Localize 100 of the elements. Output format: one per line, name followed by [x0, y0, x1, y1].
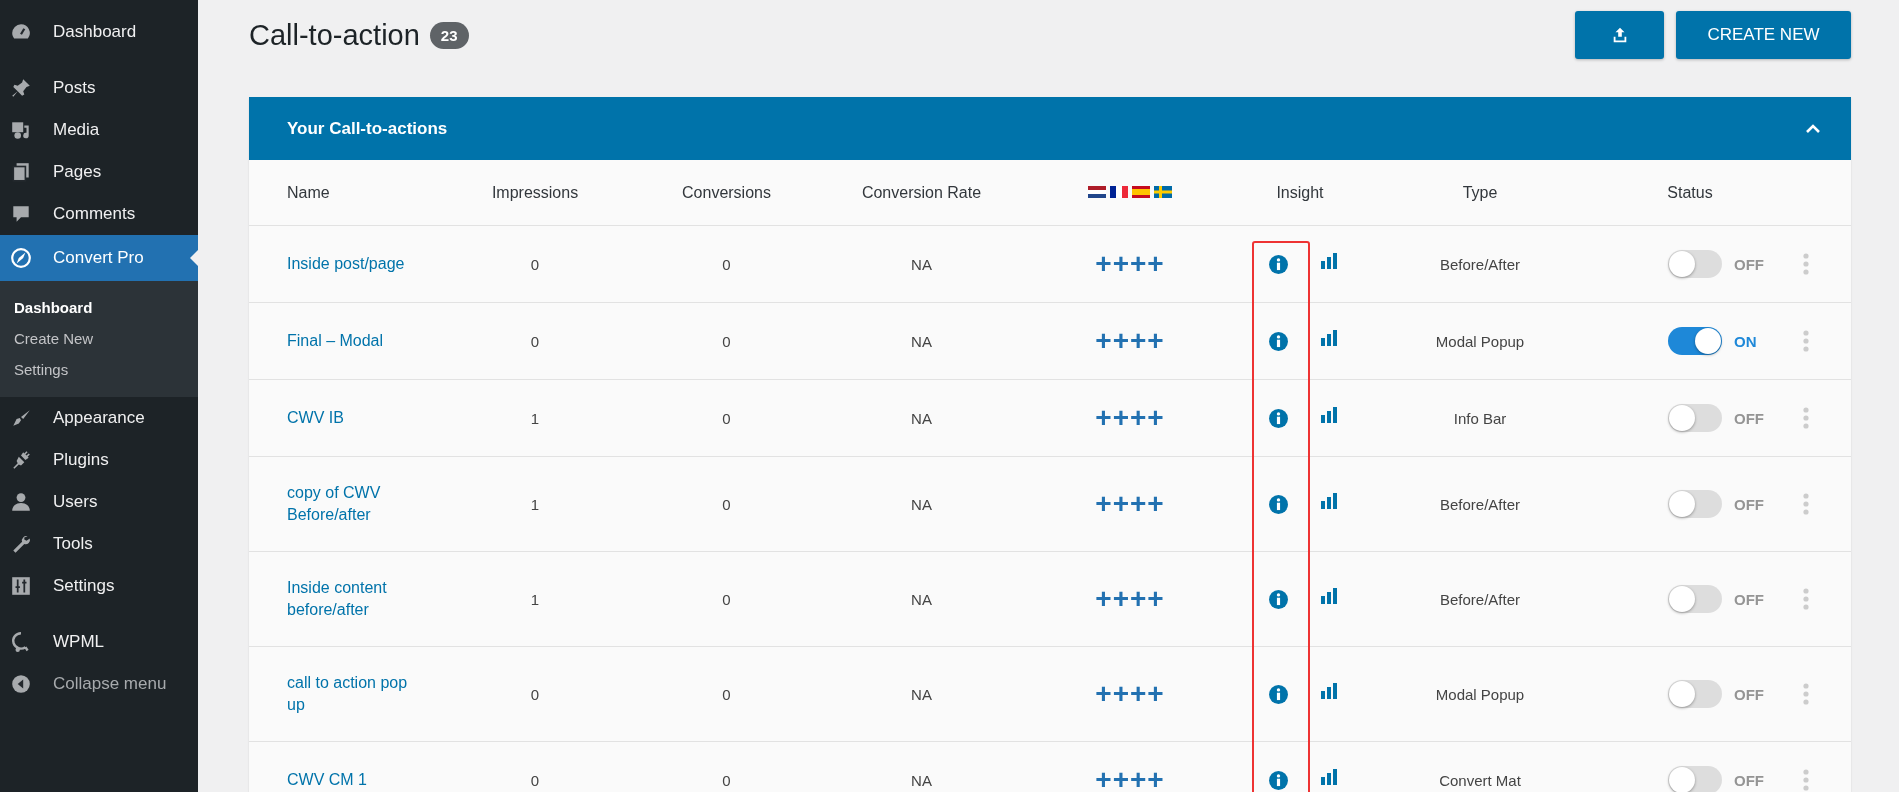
type-label: Modal Popup: [1435, 332, 1525, 350]
status-label: OFF: [1734, 255, 1764, 273]
status-toggle[interactable]: [1668, 404, 1722, 432]
bar-chart-icon[interactable]: [1320, 493, 1339, 509]
column-header: Impressions: [491, 183, 579, 201]
pin-icon: [10, 77, 32, 99]
column-header: Name: [287, 183, 330, 201]
sidebar-item[interactable]: Dashboard: [0, 11, 198, 53]
sidebar-item[interactable]: WPML: [0, 621, 198, 663]
impressions-value: 0: [530, 771, 540, 789]
type-label: Before/After: [1439, 590, 1520, 608]
impressions-value: 1: [530, 495, 540, 513]
info-icon[interactable]: [1267, 330, 1289, 352]
conversion-rate-value: NA: [911, 332, 932, 350]
column-header: Conversion Rate: [861, 183, 982, 201]
column-header: Insight: [1276, 183, 1324, 201]
page-title: Call-to-action: [249, 18, 420, 52]
collapse-icon: [10, 673, 32, 695]
bar-chart-icon[interactable]: [1320, 769, 1339, 785]
cta-name-link[interactable]: copy of CWV Before/after: [287, 482, 427, 526]
status-toggle[interactable]: [1668, 327, 1722, 355]
translation-links[interactable]: ++++: [1095, 248, 1165, 280]
status-toggle[interactable]: [1668, 490, 1722, 518]
info-icon[interactable]: [1267, 493, 1289, 515]
conversion-rate-value: NA: [911, 409, 932, 427]
sidebar-item[interactable]: Plugins: [0, 439, 198, 481]
sidebar-item[interactable]: Comments: [0, 193, 198, 235]
french-flag-icon: [1110, 185, 1128, 198]
translation-links[interactable]: ++++: [1095, 325, 1165, 357]
column-header: Conversions: [682, 183, 771, 201]
info-icon[interactable]: [1267, 683, 1289, 705]
info-icon[interactable]: [1267, 253, 1289, 275]
submenu-item[interactable]: Settings: [0, 354, 198, 385]
info-icon[interactable]: [1267, 588, 1289, 610]
translation-links[interactable]: ++++: [1095, 583, 1165, 615]
impressions-value: 1: [530, 590, 540, 608]
status-toggle[interactable]: [1668, 680, 1722, 708]
type-label: Info Bar: [1453, 409, 1507, 427]
conversion-rate-value: NA: [911, 255, 932, 273]
sidebar-item[interactable]: Appearance: [0, 397, 198, 439]
conversions-value: 0: [722, 685, 731, 703]
submenu-item[interactable]: Create New: [0, 323, 198, 354]
status-label: OFF: [1734, 771, 1764, 789]
status-toggle[interactable]: [1668, 250, 1722, 278]
status-toggle[interactable]: [1668, 585, 1722, 613]
type-label: Convert Mat: [1439, 771, 1521, 789]
status-label: ON: [1734, 332, 1757, 350]
status-label: OFF: [1734, 409, 1764, 427]
impressions-value: 0: [530, 685, 540, 703]
swedish-flag-icon: [1154, 185, 1172, 198]
sidebar-item[interactable]: Media: [0, 109, 198, 151]
impressions-value: 1: [530, 409, 540, 427]
conversion-rate-value: NA: [911, 590, 932, 608]
column-header: Status: [1667, 183, 1713, 201]
info-icon[interactable]: [1267, 769, 1289, 791]
sidebar-item[interactable]: Collapse menu: [0, 663, 198, 705]
translation-links[interactable]: ++++: [1095, 764, 1165, 792]
conversion-rate-value: NA: [911, 685, 932, 703]
cta-name-link[interactable]: CWV CM 1: [287, 769, 427, 791]
create-new-button[interactable]: CREATE NEW: [1676, 11, 1851, 59]
translation-links[interactable]: ++++: [1095, 402, 1165, 434]
sidebar-item[interactable]: Settings: [0, 565, 198, 607]
spanish-flag-icon: [1132, 185, 1150, 198]
sidebar-item[interactable]: Pages: [0, 151, 198, 193]
bar-chart-icon[interactable]: [1320, 253, 1339, 269]
bar-chart-icon[interactable]: [1320, 407, 1339, 423]
sidebar-item[interactable]: Users: [0, 481, 198, 523]
bar-chart-icon[interactable]: [1320, 330, 1339, 346]
cta-name-link[interactable]: call to action pop up: [287, 672, 427, 716]
bar-chart-icon[interactable]: [1320, 683, 1339, 699]
translation-links[interactable]: ++++: [1095, 488, 1165, 520]
plug-icon: [10, 449, 32, 471]
cta-name-link[interactable]: Final – Modal: [287, 330, 427, 352]
cta-name-link[interactable]: CWV IB: [287, 407, 427, 429]
user-icon: [10, 491, 32, 513]
sidebar-item[interactable]: Posts: [0, 67, 198, 109]
bar-chart-icon[interactable]: [1320, 588, 1339, 604]
translation-links[interactable]: ++++: [1095, 678, 1165, 710]
status-label: OFF: [1734, 495, 1764, 513]
type-label: Modal Popup: [1435, 685, 1525, 703]
type-label: Before/After: [1439, 495, 1520, 513]
conversion-rate-value: NA: [911, 771, 932, 789]
cta-name-link[interactable]: Inside content before/after: [287, 577, 427, 621]
pages-icon: [10, 161, 32, 183]
submenu-item[interactable]: Dashboard: [0, 292, 198, 323]
impressions-value: 0: [530, 255, 540, 273]
media-icon: [10, 119, 32, 141]
status-label: OFF: [1734, 685, 1764, 703]
conversions-value: 0: [722, 771, 731, 789]
conversions-value: 0: [722, 590, 731, 608]
dutch-flag-icon: [1088, 185, 1106, 198]
cta-name-link[interactable]: Inside post/page: [287, 253, 427, 275]
status-toggle[interactable]: [1668, 766, 1722, 792]
sidebar-item[interactable]: Tools: [0, 523, 198, 565]
column-header: Type: [1462, 183, 1498, 201]
compass-icon: [10, 247, 32, 269]
sliders-icon: [10, 575, 32, 597]
sidebar-item[interactable]: Convert Pro: [0, 235, 198, 281]
count-badge: 23: [429, 21, 469, 49]
info-icon[interactable]: [1267, 407, 1289, 429]
